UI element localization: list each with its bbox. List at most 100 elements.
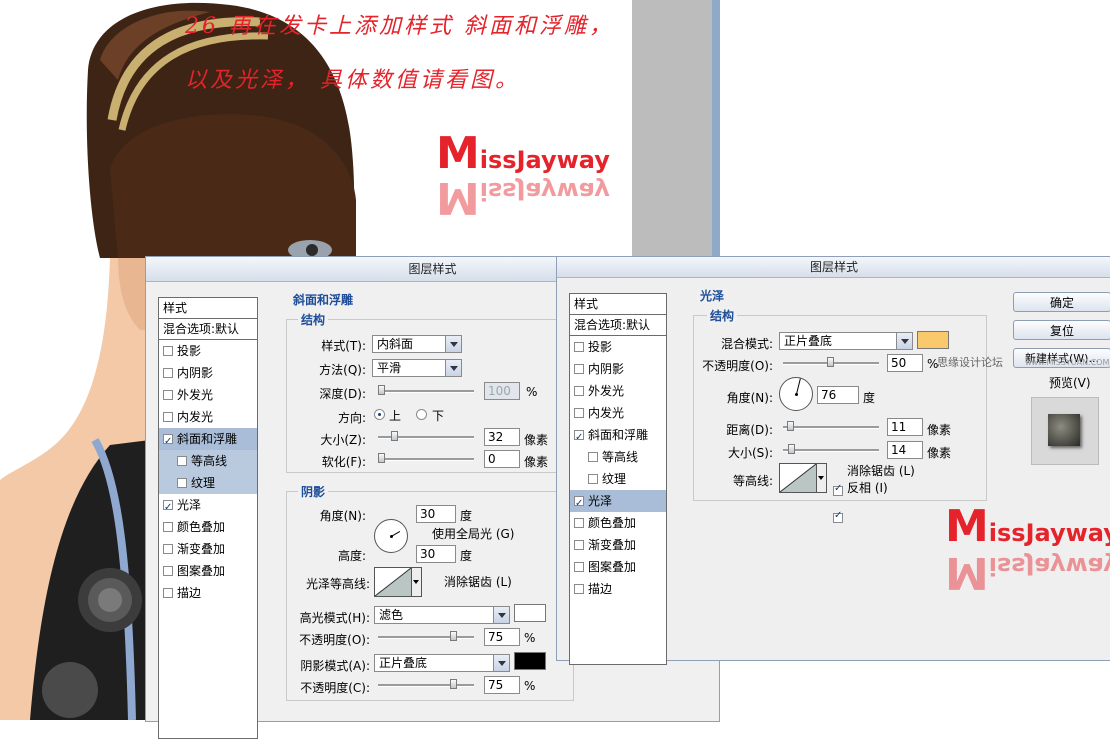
ok-button[interactable]: 确定: [1013, 292, 1110, 312]
size-unit: 像素: [927, 446, 952, 460]
technique-select[interactable]: 平滑: [372, 359, 462, 377]
checkbox[interactable]: [574, 584, 584, 594]
style-item-bevel-emboss[interactable]: 斜面和浮雕: [159, 428, 257, 453]
checkbox[interactable]: [177, 478, 187, 488]
angle-input[interactable]: 30: [416, 505, 456, 523]
depth-slider-knob[interactable]: [378, 385, 385, 395]
style-select[interactable]: 内斜面: [372, 335, 462, 353]
style-list-header[interactable]: 样式: [570, 294, 666, 315]
distance-slider-knob[interactable]: [787, 421, 794, 431]
style-item-stroke[interactable]: 描边: [570, 578, 666, 600]
size-slider-knob[interactable]: [391, 431, 398, 441]
checkbox[interactable]: [574, 493, 584, 515]
style-item-inner-shadow[interactable]: 内阴影: [159, 362, 257, 384]
style-item-satin[interactable]: 光泽: [159, 494, 257, 519]
shadow-opacity-slider[interactable]: [378, 679, 474, 689]
checkbox[interactable]: [588, 452, 598, 462]
size-input[interactable]: 14: [887, 441, 923, 459]
blend-mode-select[interactable]: 正片叠底: [779, 332, 913, 350]
direction-down-radio[interactable]: [416, 409, 427, 420]
style-item-color-overlay[interactable]: 颜色叠加: [570, 512, 666, 534]
highlight-opacity-knob[interactable]: [450, 631, 457, 641]
checkbox[interactable]: [588, 474, 598, 484]
soften-slider-knob[interactable]: [378, 453, 385, 463]
distance-input[interactable]: 11: [887, 418, 923, 436]
checkbox[interactable]: [574, 540, 584, 550]
satin-color-swatch[interactable]: [917, 331, 949, 349]
depth-slider[interactable]: [378, 385, 474, 395]
checkbox[interactable]: [163, 431, 173, 453]
checkbox[interactable]: [574, 364, 584, 374]
style-item-bevel-emboss[interactable]: 斜面和浮雕: [570, 424, 666, 449]
shadow-mode-select[interactable]: 正片叠底: [374, 654, 510, 672]
style-item-texture[interactable]: 纹理: [570, 468, 666, 490]
direction-up-radio[interactable]: [374, 409, 385, 420]
anti-alias-checkbox[interactable]: [833, 483, 843, 496]
style-item-inner-glow[interactable]: 内发光: [570, 402, 666, 424]
checkbox[interactable]: [163, 390, 173, 400]
checkbox[interactable]: [574, 427, 584, 449]
depth-input[interactable]: 100: [484, 382, 520, 400]
checkbox[interactable]: [163, 497, 173, 519]
contour-dropdown[interactable]: [817, 463, 827, 493]
style-item-texture[interactable]: 纹理: [159, 472, 257, 494]
checkbox[interactable]: [163, 566, 173, 576]
shadow-color-swatch[interactable]: [514, 652, 546, 670]
blend-options-item[interactable]: 混合选项:默认: [570, 315, 666, 336]
checkbox[interactable]: [177, 456, 187, 466]
style-item-outer-glow[interactable]: 外发光: [570, 380, 666, 402]
altitude-input[interactable]: 30: [416, 545, 456, 563]
angle-dial[interactable]: [779, 377, 813, 411]
checkbox[interactable]: [163, 522, 173, 532]
style-item-satin[interactable]: 光泽: [570, 490, 666, 515]
highlight-opacity-input[interactable]: 75: [484, 628, 520, 646]
reset-button[interactable]: 复位: [1013, 320, 1110, 340]
style-item-drop-shadow[interactable]: 投影: [570, 336, 666, 358]
soften-input[interactable]: 0: [484, 450, 520, 468]
checkbox[interactable]: [163, 346, 173, 356]
gloss-contour-dropdown[interactable]: [412, 567, 422, 597]
angle-dial[interactable]: [374, 519, 408, 553]
style-item-outer-glow[interactable]: 外发光: [159, 384, 257, 406]
shadow-opacity-input[interactable]: 75: [484, 676, 520, 694]
style-item-inner-shadow[interactable]: 内阴影: [570, 358, 666, 380]
gloss-contour-preview[interactable]: [374, 567, 412, 597]
style-item-pattern-overlay[interactable]: 图案叠加: [570, 556, 666, 578]
style-item-gradient-overlay[interactable]: 渐变叠加: [159, 538, 257, 560]
opacity-slider[interactable]: [783, 357, 879, 367]
style-item-contour[interactable]: 等高线: [159, 450, 257, 472]
style-item-inner-glow[interactable]: 内发光: [159, 406, 257, 428]
opacity-input[interactable]: 50: [887, 354, 923, 372]
style-item-contour[interactable]: 等高线: [570, 446, 666, 468]
invert-checkbox[interactable]: [833, 510, 843, 523]
style-item-drop-shadow[interactable]: 投影: [159, 340, 257, 362]
checkbox[interactable]: [574, 342, 584, 352]
contour-preview[interactable]: [779, 463, 817, 493]
checkbox[interactable]: [574, 518, 584, 528]
checkbox[interactable]: [163, 412, 173, 422]
checkbox[interactable]: [574, 408, 584, 418]
size-input[interactable]: 32: [484, 428, 520, 446]
checkbox[interactable]: [574, 386, 584, 396]
checkbox[interactable]: [163, 544, 173, 554]
highlight-mode-select[interactable]: 滤色: [374, 606, 510, 624]
style-item-pattern-overlay[interactable]: 图案叠加: [159, 560, 257, 582]
size-slider[interactable]: [378, 431, 474, 441]
style-item-stroke[interactable]: 描边: [159, 582, 257, 604]
size-slider-knob[interactable]: [788, 444, 795, 454]
style-item-gradient-overlay[interactable]: 渐变叠加: [570, 534, 666, 556]
style-item-color-overlay[interactable]: 颜色叠加: [159, 516, 257, 538]
checkbox[interactable]: [163, 588, 173, 598]
size-slider[interactable]: [783, 444, 879, 454]
angle-input[interactable]: 76: [817, 386, 859, 404]
style-list-header[interactable]: 样式: [159, 298, 257, 319]
soften-slider[interactable]: [378, 453, 474, 463]
shadow-opacity-knob[interactable]: [450, 679, 457, 689]
checkbox[interactable]: [574, 562, 584, 572]
highlight-opacity-slider[interactable]: [378, 631, 474, 641]
distance-slider[interactable]: [783, 421, 879, 431]
opacity-slider-knob[interactable]: [827, 357, 834, 367]
blend-options-item[interactable]: 混合选项:默认: [159, 319, 257, 340]
highlight-color-swatch[interactable]: [514, 604, 546, 622]
checkbox[interactable]: [163, 368, 173, 378]
